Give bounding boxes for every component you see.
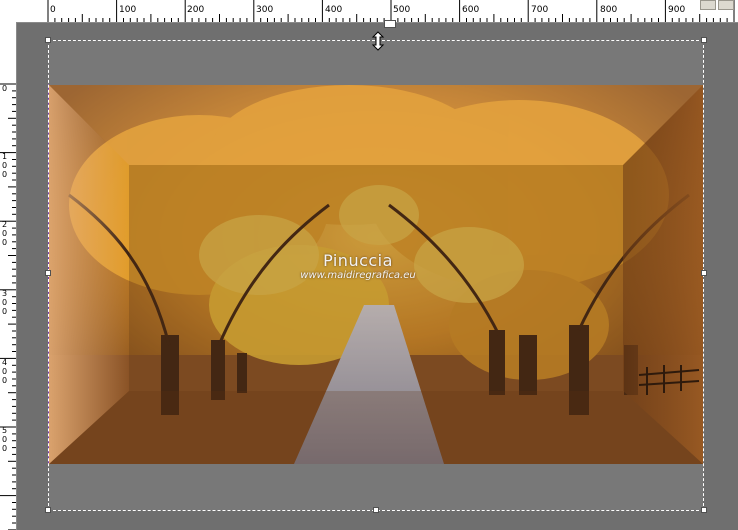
vruler-label-500: 500 <box>2 426 8 453</box>
handle-bottom-middle[interactable] <box>373 507 379 513</box>
ruler-label-300: 300 <box>256 5 274 15</box>
vruler-label-100: 100 <box>2 152 8 179</box>
ruler-label-600: 600 <box>462 5 480 15</box>
vruler-label-300: 300 <box>2 289 8 316</box>
handle-top-middle[interactable] <box>384 20 396 28</box>
vruler-label-200: 200 <box>2 220 8 247</box>
handle-bottom-left[interactable] <box>45 507 51 513</box>
ruler-label-900: 900 <box>668 5 686 15</box>
ruler-label-0: 0 <box>50 5 56 15</box>
vruler-label-0: 0 <box>2 84 8 93</box>
horizontal-ruler-ticks <box>47 0 735 22</box>
ruler-label-400: 400 <box>325 5 343 15</box>
ruler-scroll-button-right[interactable] <box>718 0 734 10</box>
ruler-label-500: 500 <box>393 5 411 15</box>
handle-left-middle[interactable] <box>45 270 51 276</box>
vertical-ruler[interactable]: 0 100 200 300 400 500 <box>0 22 17 530</box>
ruler-scroll-button[interactable] <box>700 0 716 10</box>
move-vertical-cursor-icon <box>369 31 387 56</box>
handle-top-right[interactable] <box>701 37 707 43</box>
ruler-label-200: 200 <box>187 5 205 15</box>
vertical-ruler-ticks <box>0 83 16 530</box>
selection-marquee[interactable] <box>48 40 704 511</box>
handle-top-left[interactable] <box>45 37 51 43</box>
handle-right-middle[interactable] <box>701 270 707 276</box>
horizontal-ruler[interactable]: 0 100 200 300 400 500 600 700 800 900 <box>0 0 738 23</box>
ruler-label-800: 800 <box>600 5 618 15</box>
ruler-label-100: 100 <box>119 5 137 15</box>
vruler-label-400: 400 <box>2 358 8 385</box>
ruler-label-700: 700 <box>531 5 549 15</box>
handle-bottom-right[interactable] <box>701 507 707 513</box>
